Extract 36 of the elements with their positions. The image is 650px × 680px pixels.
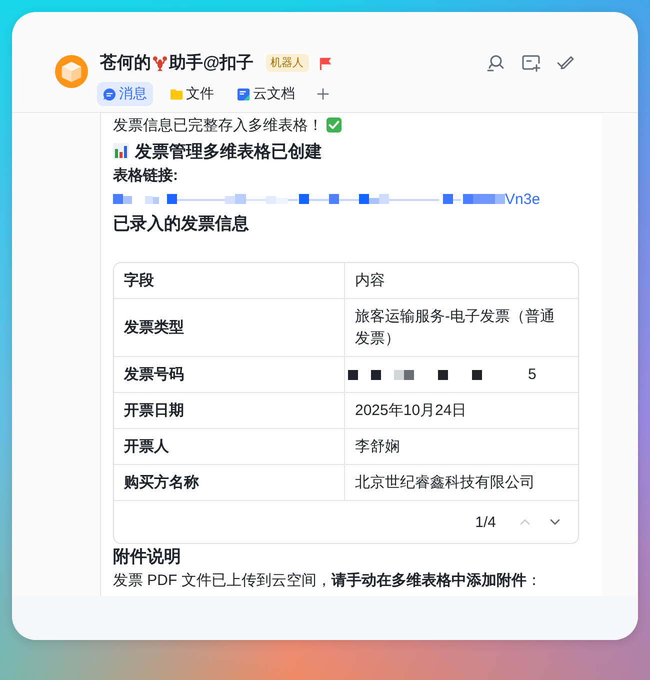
tab[interactable]: 消息 — [97, 82, 153, 106]
cube-logo-icon — [55, 55, 88, 88]
link-label: 表格链接: — [113, 166, 179, 186]
table-link[interactable]: Vn3e — [113, 190, 540, 208]
table-cell: 开票日期 — [114, 393, 345, 428]
table-cell: 购买方名称 — [114, 465, 345, 500]
page-indicator: 1/4 — [475, 514, 496, 530]
chat-title: 苍何的 — [100, 52, 151, 74]
bot-badge: 机器人 — [266, 54, 309, 72]
table-cell-text: 旅客运输服务-电子发票（普通发票） — [354, 307, 556, 349]
table-cell: 发票号码 — [114, 357, 345, 392]
lobster-icon — [152, 55, 168, 71]
section-title: 附件说明 — [113, 546, 182, 568]
table-cell-text: 5 — [528, 365, 536, 385]
table-cell: 发票类型 — [114, 299, 345, 356]
add-window-icon[interactable] — [521, 53, 541, 73]
flag-icon[interactable] — [318, 56, 332, 70]
folder-icon — [170, 88, 183, 100]
column-header: 内容 — [354, 271, 386, 291]
table-created-heading: 发票管理多维表格已创建 — [135, 140, 322, 162]
chat-title: 助手@扣子 — [169, 52, 254, 74]
tab[interactable]: 云文档 — [231, 82, 301, 106]
plus-icon — [317, 88, 329, 100]
table-cell-text: 北京世纪睿鑫科技有限公司 — [354, 473, 536, 493]
table-cell-text: 2025年10月24日 — [354, 401, 468, 421]
tab[interactable]: 文件 — [164, 82, 220, 106]
section-title: 已录入的发票信息 — [113, 213, 250, 235]
attachment-text: 发票 PDF 文件已上传到云空间，请手动在多维表格中添加附件： — [113, 571, 542, 591]
table-cell-text: 李舒娴 — [354, 437, 401, 457]
status-text: 发票信息已完整存入多维表格！ — [113, 116, 323, 134]
bar-chart-icon — [113, 143, 129, 159]
column-header: 字段 — [114, 263, 345, 298]
chat-bubble-icon — [103, 88, 116, 100]
document-icon — [237, 88, 250, 100]
person-search-icon[interactable] — [486, 53, 506, 73]
table-cell: 开票人 — [114, 429, 345, 464]
